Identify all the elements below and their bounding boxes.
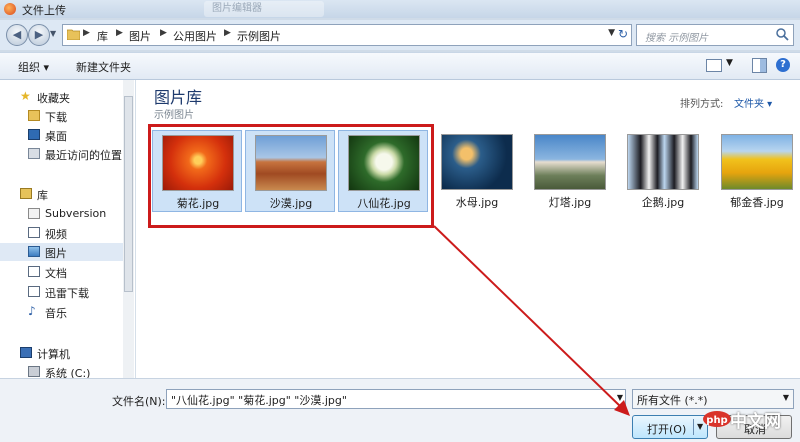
tulips-thumbnail	[721, 134, 793, 190]
penguins-thumbnail	[627, 134, 699, 190]
open-button-label: 打开(O)	[647, 423, 687, 436]
sidebar-item-favorites[interactable]: ★ 收藏夹	[20, 88, 138, 106]
filename-input[interactable]: "八仙花.jpg" "菊花.jpg" "沙漠.jpg" ▼	[166, 389, 626, 409]
sidebar-item-label: 下载	[45, 111, 67, 124]
filetype-value: 所有文件 (*.*)	[637, 394, 708, 407]
file-name: 水母.jpg	[455, 196, 499, 209]
library-subtitle: 示例图片	[154, 110, 194, 121]
sidebar-item-label: 桌面	[45, 130, 67, 143]
navigation-pane: ★ 收藏夹 下载 桌面 最近访问的位置 库 Subversion 视频 图片 文…	[0, 80, 138, 380]
open-button[interactable]: 打开(O) ▼	[632, 415, 708, 439]
filename-label: 文件名(N):	[112, 395, 166, 408]
sidebar-scrollbar[interactable]	[123, 80, 134, 378]
file-item[interactable]: 郁金香.jpg	[712, 130, 800, 212]
sidebar-item-label: 视频	[45, 228, 67, 241]
organize-button[interactable]: 组织 ▾	[18, 59, 49, 75]
breadcrumb-separator[interactable]: ▶	[116, 28, 123, 38]
sidebar-item-label: 最近访问的位置	[45, 149, 122, 162]
file-name: 企鹅.jpg	[641, 196, 685, 209]
open-split-divider	[693, 419, 694, 435]
computer-icon	[20, 347, 32, 358]
preview-pane-icon[interactable]	[752, 58, 767, 73]
watermark-text: 中文网	[730, 412, 781, 432]
background-tab: 图片编辑器	[204, 1, 324, 17]
firefox-icon	[4, 3, 16, 15]
search-icon[interactable]	[775, 27, 789, 41]
library-icon	[20, 188, 32, 199]
desktop-icon	[28, 129, 40, 140]
sidebar-item-computer[interactable]: 计算机	[20, 344, 138, 362]
sidebar-item-label: 音乐	[45, 307, 67, 320]
breadcrumb-separator[interactable]: ▶	[83, 28, 90, 38]
documents-icon	[28, 266, 40, 277]
file-name: 灯塔.jpg	[548, 196, 592, 209]
sidebar-item-label: 库	[37, 189, 48, 202]
command-toolbar: 组织 ▾ 新建文件夹 ▼ ?	[0, 52, 800, 80]
address-bar[interactable]: ▶ 库 ▶ 图片 ▶ 公用图片 ▶ 示例图片 ▼ ↻	[62, 24, 632, 46]
new-folder-button[interactable]: 新建文件夹	[76, 59, 131, 75]
address-dropdown-icon[interactable]: ▼	[608, 28, 615, 38]
drive-icon	[28, 366, 40, 377]
sidebar-item-label: 收藏夹	[37, 92, 70, 105]
sidebar-item-libraries[interactable]: 库	[20, 185, 138, 203]
file-item[interactable]: 灯塔.jpg	[525, 130, 615, 212]
subversion-icon	[28, 208, 40, 219]
filename-value: "八仙花.jpg" "菊花.jpg" "沙漠.jpg"	[171, 394, 347, 407]
breadcrumb-separator[interactable]: ▶	[224, 28, 231, 38]
file-name: 郁金香.jpg	[730, 196, 784, 209]
sidebar-item-label: Subversion	[45, 207, 107, 220]
view-dropdown-icon[interactable]: ▼	[726, 58, 733, 68]
php-watermark-logo: php 中文网	[702, 403, 798, 441]
lighthouse-thumbnail	[534, 134, 606, 190]
sidebar-item-label: 迅雷下载	[45, 287, 89, 300]
breadcrumb-item[interactable]: 库	[97, 28, 108, 44]
sidebar-item-label: 图片	[45, 247, 67, 260]
title-bar: 文件上传 图片编辑器	[0, 0, 800, 18]
forward-button[interactable]: ▶	[28, 24, 50, 46]
pictures-icon	[28, 246, 40, 257]
recent-places-icon	[28, 148, 40, 159]
file-dialog-footer: 文件名(N): "八仙花.jpg" "菊花.jpg" "沙漠.jpg" ▼ 所有…	[0, 378, 800, 442]
sidebar-item-label: 计算机	[37, 348, 70, 361]
download-folder-icon	[28, 110, 40, 121]
search-placeholder: 搜索 示例图片	[645, 33, 709, 44]
sidebar-item-label: 文档	[45, 267, 67, 280]
scrollbar-thumb[interactable]	[124, 96, 133, 292]
view-icon[interactable]	[706, 59, 722, 72]
php-logo-icon: php	[703, 411, 731, 427]
sidebar-item-pictures[interactable]: 图片	[0, 243, 123, 261]
breadcrumb-separator[interactable]: ▶	[160, 28, 167, 38]
file-item[interactable]: 水母.jpg	[432, 130, 522, 212]
search-input[interactable]: 搜索 示例图片	[636, 24, 794, 46]
library-title: 图片库	[154, 88, 203, 107]
window-title: 文件上传	[22, 4, 66, 17]
breadcrumb-item[interactable]: 示例图片	[237, 28, 281, 44]
jellyfish-thumbnail	[441, 134, 513, 190]
star-icon: ★	[20, 89, 31, 103]
folder-icon	[28, 286, 40, 297]
recent-pages-dropdown[interactable]: ▼	[50, 29, 56, 38]
file-item[interactable]: 企鹅.jpg	[618, 130, 708, 212]
refresh-icon[interactable]: ↻	[618, 27, 628, 41]
arrange-by-dropdown[interactable]: 文件夹 ▾	[734, 95, 772, 110]
breadcrumb-item[interactable]: 图片	[129, 28, 151, 44]
arrange-by-label: 排列方式:	[680, 99, 724, 110]
filename-dropdown-icon[interactable]: ▼	[617, 393, 623, 402]
back-button[interactable]: ◀	[6, 24, 28, 46]
breadcrumb-item[interactable]: 公用图片	[173, 28, 217, 44]
navigation-bar: ◀ ▶ ▼ ▶ 库 ▶ 图片 ▶ 公用图片 ▶ 示例图片 ▼ ↻ 搜索 示例图片	[0, 20, 800, 50]
svg-text:php: php	[706, 415, 727, 426]
help-icon[interactable]: ?	[776, 58, 790, 72]
filetype-dropdown-icon[interactable]: ▼	[783, 393, 789, 402]
music-icon: ♪	[28, 304, 36, 318]
selection-highlight-annotation	[148, 124, 434, 228]
video-icon	[28, 227, 40, 238]
folder-icon	[67, 29, 80, 40]
